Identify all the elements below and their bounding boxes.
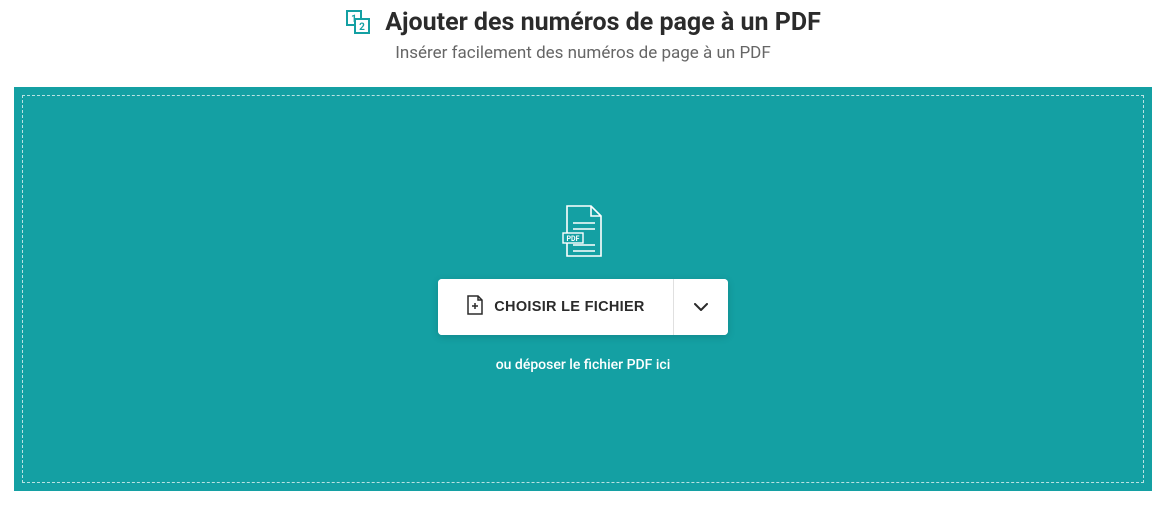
- dropzone-inner: PDF CHOISIR LE FICHIER: [22, 95, 1144, 483]
- title-row: 1 2 Ajouter des numéros de page à un PDF: [0, 8, 1166, 37]
- drop-hint-text: ou déposer le fichier PDF ici: [496, 357, 671, 373]
- chevron-down-icon: [694, 300, 708, 315]
- choose-file-group: CHOISIR LE FICHIER: [438, 279, 727, 335]
- choose-file-button[interactable]: CHOISIR LE FICHIER: [438, 279, 672, 335]
- page-title: Ajouter des numéros de page à un PDF: [385, 8, 821, 37]
- choose-file-label: CHOISIR LE FICHIER: [494, 299, 644, 315]
- svg-text:2: 2: [359, 22, 365, 33]
- page-numbers-icon: 1 2: [345, 9, 373, 37]
- page-subtitle: Insérer facilement des numéros de page à…: [0, 43, 1166, 63]
- choose-file-dropdown-button[interactable]: [673, 279, 728, 335]
- svg-text:PDF: PDF: [567, 235, 580, 243]
- page-header: 1 2 Ajouter des numéros de page à un PDF…: [0, 0, 1166, 73]
- dropzone[interactable]: PDF CHOISIR LE FICHIER: [14, 87, 1152, 491]
- pdf-file-icon: PDF: [561, 205, 605, 259]
- file-add-icon: [466, 295, 484, 319]
